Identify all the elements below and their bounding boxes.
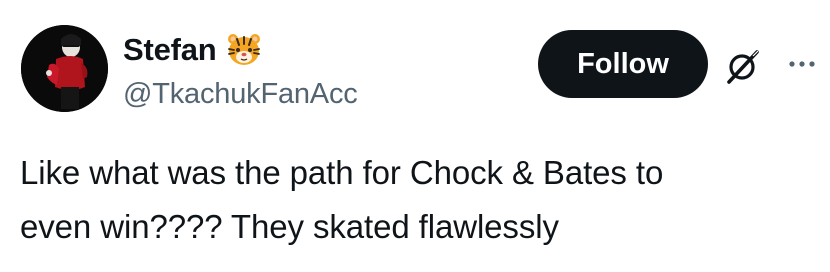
more-dots-icon[interactable] [786, 52, 820, 76]
user-handle[interactable]: @TkachukFanAcc [123, 76, 358, 112]
grok-icon[interactable] [724, 47, 762, 85]
tweet-text: Like what was the path for Chock & Bates… [20, 146, 820, 254]
avatar-photo [21, 25, 108, 112]
display-name[interactable]: Stefan [123, 30, 217, 70]
tiger-face-icon [225, 31, 263, 69]
display-name-row: Stefan [123, 30, 263, 70]
tweet-text-line-1: Like what was the path for Chock & Bates… [20, 154, 664, 191]
avatar[interactable] [21, 25, 108, 112]
follow-button[interactable]: Follow [538, 30, 708, 98]
tweet-card: Stefan @TkachukFanAcc Follow Like what w… [0, 0, 830, 272]
tweet-text-line-2: even win???? They skated flawlessly [20, 208, 559, 245]
